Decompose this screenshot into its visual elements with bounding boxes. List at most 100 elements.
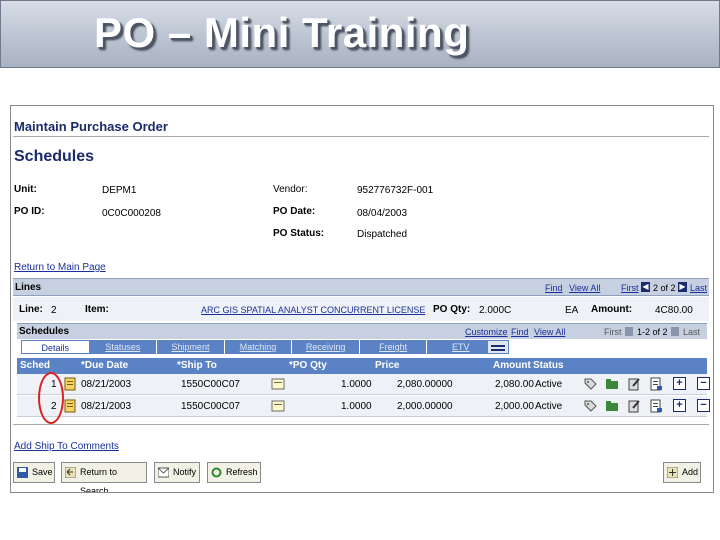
refresh-button[interactable]: Refresh <box>207 462 261 483</box>
col-amount: Amount <box>493 360 531 371</box>
poid-value: 0C0C000208 <box>102 208 161 219</box>
schedule-grid-header: Sched *Due Date *Ship To *PO Qty Price A… <box>17 358 707 374</box>
folder-icon[interactable] <box>605 377 619 391</box>
tab-matching[interactable]: Matching <box>224 340 293 354</box>
unit-value: DEPM1 <box>102 185 137 196</box>
return-to-search-label: Return to Search <box>80 467 118 493</box>
tab-freight[interactable]: Freight <box>359 340 428 354</box>
delete-row-icon[interactable]: − <box>697 377 710 390</box>
item-label: Item: <box>85 304 109 315</box>
lines-prev-icon[interactable]: ◀ <box>641 282 650 292</box>
refresh-icon <box>211 467 222 478</box>
row-ship-to: 1550C00C07 <box>181 401 240 412</box>
amount-label: Amount: <box>591 304 633 315</box>
line-value: 2 <box>51 305 57 316</box>
schedule-tabs: Details Statuses Shipment Matching Recei… <box>21 340 496 354</box>
line-label: Line: <box>19 304 43 315</box>
tab-statuses[interactable]: Statuses <box>89 340 158 354</box>
col-ship-to: *Ship To <box>177 360 217 371</box>
add-ship-to-comments-link[interactable]: Add Ship To Comments <box>14 441 119 452</box>
item-value-link[interactable]: ARC GIS SPATIAL ANALYST CONCURRENT LICEN… <box>201 305 425 315</box>
row-amount: 2,080.00 <box>495 379 534 390</box>
row-qty: 1.0000 <box>341 379 372 390</box>
col-status: Status <box>533 360 564 371</box>
highlight-circle <box>38 372 64 424</box>
schedules-page-info: 1-2 of 2 <box>637 327 668 337</box>
lines-header-bar: Lines Find View All First ◀ 2 of 2 ▶ Las… <box>13 278 709 296</box>
podate-label: PO Date: <box>273 206 316 217</box>
vendor-label: Vendor: <box>273 184 308 195</box>
postatus-value: Dispatched <box>357 229 408 240</box>
notify-label: Notify <box>173 467 197 477</box>
notify-icon <box>158 467 169 478</box>
grid-divider <box>13 424 709 425</box>
tab-shipment[interactable]: Shipment <box>157 340 225 354</box>
add-icon <box>667 467 678 478</box>
row-amount: 2,000.00 <box>495 401 534 412</box>
col-due-date: *Due Date <box>81 360 129 371</box>
lines-page-info: 2 of 2 <box>653 283 676 293</box>
lines-first-link[interactable]: First <box>621 283 639 293</box>
poqty-value: 2.000C <box>479 305 512 316</box>
row-status: Active <box>535 379 563 390</box>
page-header: Maintain Purchase Order <box>14 119 168 134</box>
slide-title: PO – Mini Training <box>94 9 470 56</box>
delete-row-icon[interactable]: − <box>697 399 710 412</box>
schedules-customize-link[interactable]: Customize <box>465 327 508 337</box>
document-edit-icon[interactable] <box>649 399 663 413</box>
add-button[interactable]: Add <box>663 462 701 483</box>
peoplesoft-screenshot: Maintain Purchase Order Schedules Unit: … <box>10 105 714 493</box>
row-ship-to: 1550C00C07 <box>181 379 240 390</box>
poqty-label: PO Qty: <box>433 304 471 315</box>
folder-icon[interactable] <box>605 399 619 413</box>
tab-receiving[interactable]: Receiving <box>292 340 360 354</box>
schedule-row: 2 08/21/2003 1550C00C07 1.0000 2,000.000… <box>17 396 710 417</box>
tag-icon[interactable] <box>583 399 597 413</box>
edit-icon[interactable] <box>627 399 641 413</box>
return-to-main-link[interactable]: Return to Main Page <box>14 262 106 273</box>
postatus-label: PO Status: <box>273 228 325 239</box>
ship-to-comment-icon[interactable] <box>271 399 285 413</box>
notify-button[interactable]: Notify <box>154 462 200 483</box>
return-to-search-button[interactable]: Return to Search <box>61 462 147 492</box>
uom-value: EA <box>565 305 579 316</box>
col-sched: Sched <box>20 360 51 371</box>
schedules-first: First <box>604 327 622 337</box>
schedules-prev-icon[interactable] <box>625 327 633 336</box>
schedules-next-icon[interactable] <box>671 327 679 336</box>
header-divider <box>13 136 709 137</box>
add-row-icon[interactable]: + <box>673 399 686 412</box>
schedules-last: Last <box>683 327 701 337</box>
document-edit-icon[interactable] <box>649 377 663 391</box>
add-label: Add <box>682 467 699 477</box>
lines-last-link[interactable]: Last <box>690 283 707 293</box>
ship-to-comment-icon[interactable] <box>271 377 285 391</box>
row-due-date: 08/21/2003 <box>81 379 132 390</box>
lines-title: Lines <box>15 282 42 293</box>
schedules-find-link[interactable]: Find <box>511 327 529 337</box>
poid-label: PO ID: <box>14 206 45 217</box>
edit-icon[interactable] <box>627 377 641 391</box>
tag-icon[interactable] <box>583 377 597 391</box>
row-qty: 1.0000 <box>341 401 372 412</box>
save-label: Save <box>32 467 53 477</box>
tab-etv[interactable]: ETV <box>427 340 496 354</box>
lines-find-link[interactable]: Find <box>545 283 563 293</box>
schedule-details-icon[interactable] <box>63 399 77 413</box>
lines-detail-row: Line: 2 Item: ARC GIS SPATIAL ANALYST CO… <box>13 297 709 321</box>
show-all-columns-icon[interactable] <box>487 340 509 354</box>
refresh-label: Refresh <box>226 467 258 477</box>
lines-next-icon[interactable]: ▶ <box>678 282 687 292</box>
tab-details[interactable]: Details <box>21 340 90 354</box>
section-title: Schedules <box>14 148 95 165</box>
save-button[interactable]: Save <box>13 462 55 483</box>
lines-view-all-link[interactable]: View All <box>569 283 600 293</box>
schedule-row: 1 08/21/2003 1550C00C07 1.0000 2,080.000… <box>17 374 710 395</box>
schedules-view-all-link[interactable]: View All <box>534 327 565 337</box>
row-due-date: 08/21/2003 <box>81 401 132 412</box>
row-status: Active <box>535 401 563 412</box>
col-po-qty: *PO Qty <box>289 360 327 371</box>
schedules-header-bar: Schedules Customize Find View All First … <box>17 323 707 339</box>
schedule-details-icon[interactable] <box>63 377 77 391</box>
add-row-icon[interactable]: + <box>673 377 686 390</box>
